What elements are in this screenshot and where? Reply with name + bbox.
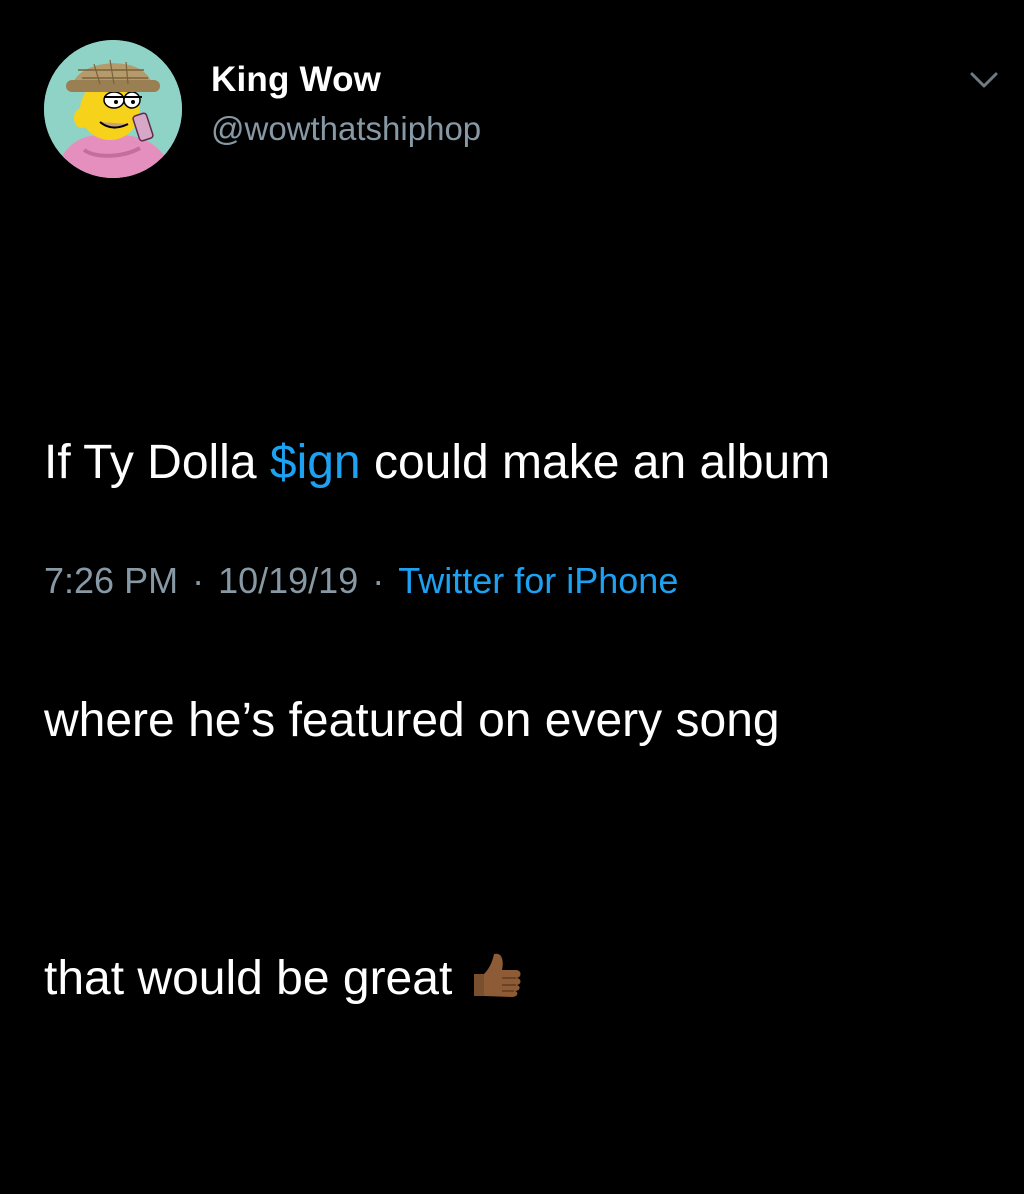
- tweet-text: If Ty Dolla $ign could make an album whe…: [44, 248, 1004, 1194]
- separator: ·: [372, 560, 385, 601]
- separator: ·: [192, 560, 205, 601]
- cashtag-link[interactable]: $ign: [270, 436, 361, 489]
- tweet-text-segment: that would be great: [44, 952, 453, 1005]
- tweet-date[interactable]: 10/19/19: [218, 560, 358, 601]
- tweet-text-line-2: where he’s featured on every song: [44, 694, 780, 747]
- tweet-text-segment: could make an album: [360, 436, 831, 489]
- tweet-text-segment: If Ty Dolla: [44, 436, 270, 489]
- thumbs-up-icon: [466, 950, 524, 1000]
- tweet-meta: 7:26 PM · 10/19/19 · Twitter for iPhone: [44, 560, 678, 602]
- user-handle[interactable]: @wowthatshiphop: [211, 110, 481, 148]
- display-name[interactable]: King Wow: [211, 60, 381, 100]
- avatar-illustration: [44, 40, 182, 178]
- tweet-card: King Wow @wowthatshiphop If Ty Dolla $ig…: [0, 0, 1024, 1005]
- tweet-source-link[interactable]: Twitter for iPhone: [398, 560, 678, 601]
- tweet-text-line-3: that would be great: [44, 936, 1004, 1022]
- chevron-down-icon[interactable]: [964, 66, 1004, 96]
- avatar[interactable]: [44, 40, 182, 178]
- tweet-time[interactable]: 7:26 PM: [44, 560, 178, 601]
- tweet-text-line-1: If Ty Dolla $ign could make an album: [44, 420, 1004, 506]
